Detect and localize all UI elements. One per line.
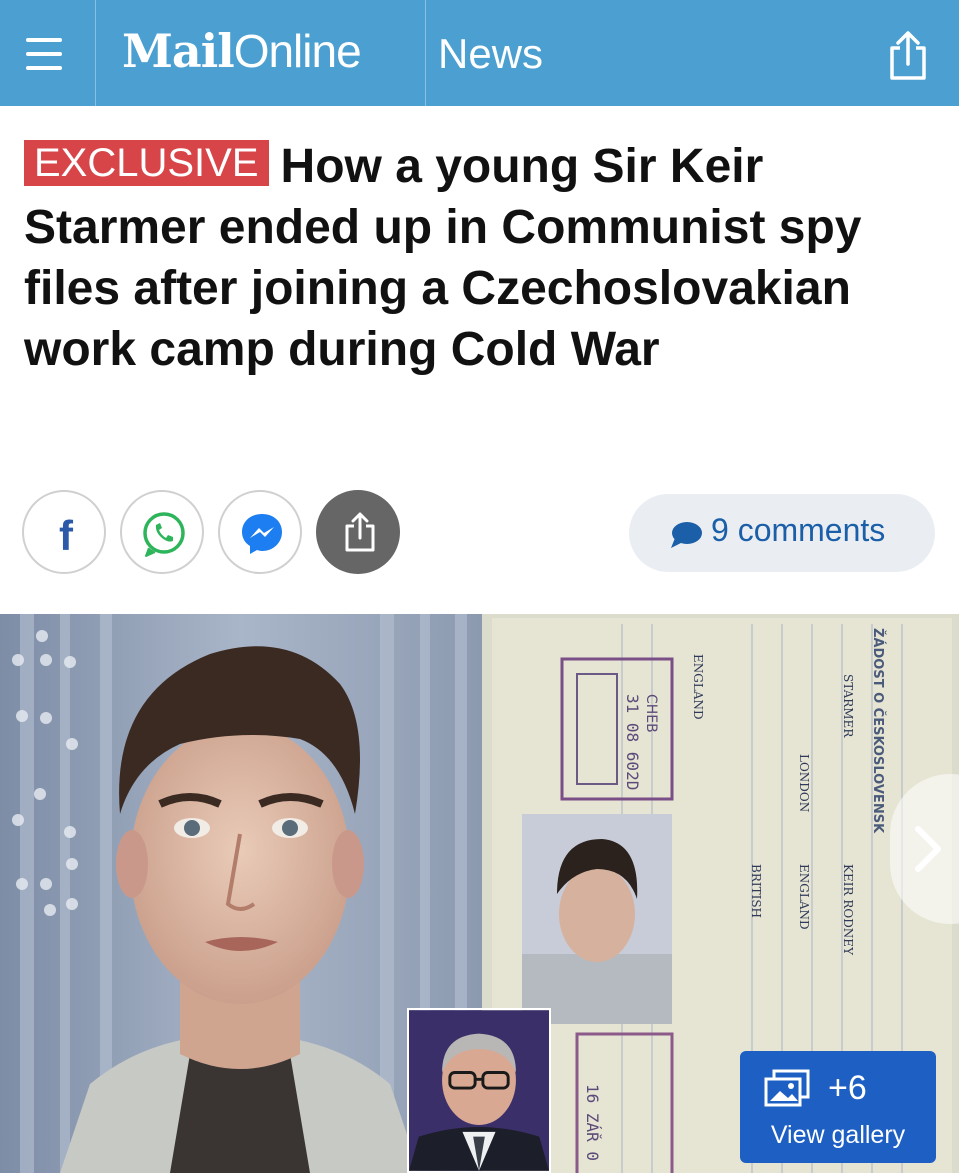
comments-count: 9 comments [711, 512, 886, 548]
share-icon [345, 512, 375, 552]
document-heading: ŽÁDOST O ČESKOSLOVENSK [870, 628, 886, 834]
logo-online: Online [233, 25, 362, 77]
document-field: ENGLAND [797, 864, 811, 930]
chevron-right-icon [915, 826, 941, 872]
messenger-icon [242, 514, 282, 554]
hamburger-icon-line [26, 52, 62, 56]
divider [425, 0, 426, 106]
share-button[interactable] [880, 30, 936, 82]
gallery-icon [764, 1069, 810, 1107]
gallery-count: +6 [828, 1069, 867, 1107]
logo-mail: Mail [122, 24, 235, 78]
facebook-icon: f [59, 512, 74, 559]
comment-bubble-icon [671, 522, 702, 548]
gallery-next-button[interactable] [890, 774, 959, 924]
document-stamp-bottom: 16 ZÁŘ 0 [583, 1084, 602, 1161]
view-gallery-label: View gallery [770, 1121, 906, 1149]
document-stamp: CHEB [643, 694, 659, 733]
section-title[interactable]: News [438, 30, 543, 78]
svg-text:f: f [59, 512, 74, 559]
document-field: LONDON [797, 754, 811, 812]
more-share-button[interactable] [316, 490, 400, 574]
document-field: KEIR RODNEY [841, 864, 855, 956]
document-number: 31 08 602D [623, 694, 642, 790]
view-gallery-button[interactable]: +6 View gallery [740, 1051, 936, 1163]
document-field: ENGLAND [691, 654, 705, 720]
top-navigation-bar: MailOnline News [0, 0, 959, 106]
hamburger-icon [26, 38, 62, 42]
gallery-image-area[interactable]: 31 08 602D CHEB 16 ZÁŘ 0 ŽÁDOST O ČESKOS… [0, 614, 959, 1173]
hamburger-icon-line [26, 66, 62, 70]
document-field: STARMER [841, 674, 855, 738]
facebook-share-button[interactable]: f [22, 490, 106, 574]
exclusive-badge: EXCLUSIVE [24, 140, 269, 186]
whatsapp-share-button[interactable] [120, 490, 204, 574]
article-headline: EXCLUSIVE How a young Sir Keir Starmer en… [24, 136, 934, 380]
messenger-share-button[interactable] [218, 490, 302, 574]
whatsapp-icon [143, 512, 185, 557]
divider [95, 0, 96, 106]
comments-button[interactable]: 9 comments [629, 494, 935, 572]
inset-photo [407, 1008, 551, 1173]
menu-button[interactable] [22, 32, 70, 76]
document-field: BRITISH [749, 864, 763, 918]
share-icon [890, 31, 926, 80]
site-logo[interactable]: MailOnline [122, 24, 362, 84]
